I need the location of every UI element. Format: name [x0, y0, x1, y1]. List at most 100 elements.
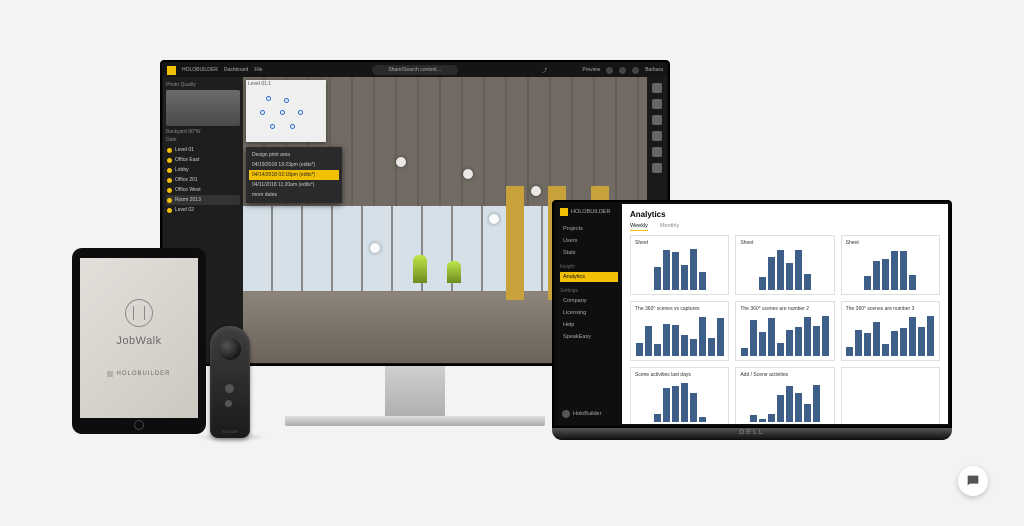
sidebar-item-label: Office 201 — [175, 177, 198, 183]
chart-card[interactable] — [841, 367, 940, 424]
section-date: Date — [166, 137, 240, 143]
chart-bars — [846, 248, 935, 290]
menu-file[interactable]: File — [254, 67, 262, 73]
chart-bar — [873, 261, 880, 290]
holobuilder-logo-icon — [107, 371, 113, 377]
avatar[interactable] — [632, 67, 639, 74]
chart-bar — [777, 395, 784, 422]
floorplan-minimap[interactable]: Level 01.1 — [246, 80, 326, 142]
chart-bar — [645, 326, 652, 356]
sidebar-item-projects[interactable]: Projects — [560, 224, 618, 234]
chart-card[interactable]: The 360° scenes are number 2 — [735, 301, 834, 361]
tab-monthly[interactable]: Monthly — [660, 223, 679, 231]
camera-shutter-button[interactable] — [225, 384, 234, 393]
chart-card[interactable]: Scene activities last days — [630, 367, 729, 424]
chart-card[interactable]: Sheet — [735, 235, 834, 295]
share-icon[interactable] — [652, 115, 662, 125]
sidebar-item-users[interactable]: Users — [560, 236, 618, 246]
chart-bar — [681, 265, 688, 290]
sidebar-item-analytics[interactable]: Analytics — [560, 272, 618, 282]
search-input[interactable]: Share/Search content… — [372, 65, 458, 75]
chart-bar — [804, 404, 811, 422]
search-placeholder: Share/Search content… — [388, 67, 441, 73]
sidebar-item-office-west[interactable]: Office West — [166, 185, 240, 195]
chart-bar — [654, 344, 661, 356]
sidebar-item-stats[interactable]: Stats — [560, 248, 618, 258]
chart-title: The 360° scenes are number 3 — [846, 306, 935, 312]
undo-icon[interactable] — [652, 99, 662, 109]
hotspot-icon[interactable] — [463, 169, 473, 179]
share-icon[interactable]: ⤴ — [542, 67, 547, 74]
sidebar-item-level-02[interactable]: Level 02 — [166, 205, 240, 215]
context-menu-item[interactable]: more dates — [249, 190, 339, 200]
hotspot-icon[interactable] — [531, 186, 541, 196]
sidebar-item-lobby[interactable]: Lobby — [166, 165, 240, 175]
username-label: HoloBuilder — [573, 411, 601, 417]
analytics-sidebar: HOLOBUILDER Projects Users Stats Insight… — [556, 204, 622, 424]
sidebar-user[interactable]: HoloBuilder — [560, 408, 618, 420]
chart-card[interactable]: Add / Scene activities — [735, 367, 834, 424]
chart-bar — [663, 324, 670, 356]
hotspot-icon[interactable] — [396, 157, 406, 167]
chart-bar — [750, 415, 757, 422]
chart-bar — [768, 318, 775, 356]
jobwalk-app-splash: JobWalk HOLOBUILDER — [80, 258, 198, 418]
chart-bar — [777, 343, 784, 356]
notifications-icon[interactable] — [606, 67, 613, 74]
help-icon[interactable] — [619, 67, 626, 74]
hotspot-icon[interactable] — [370, 243, 380, 253]
chart-bar — [846, 347, 853, 356]
settings-icon[interactable] — [652, 163, 662, 173]
chart-bar — [759, 419, 766, 422]
chart-bar — [909, 275, 916, 290]
sidebar-item-level-01[interactable]: Level 01 — [166, 145, 240, 155]
tab-weekly[interactable]: Weekly — [630, 223, 648, 231]
home-button[interactable] — [134, 420, 144, 430]
sidebar-item-help[interactable]: Help — [560, 320, 618, 330]
chart-card[interactable]: Sheet — [841, 235, 940, 295]
chart-bar — [786, 330, 793, 356]
scene-thumbnail[interactable] — [166, 90, 240, 126]
context-menu-item[interactable]: 04/14/2018 02:18pm (edits*) — [249, 170, 339, 180]
chart-bar — [927, 316, 934, 356]
context-menu-item[interactable]: 04/11/2018 11:20am (edits*) — [249, 180, 339, 190]
chart-card[interactable]: The 360° scenes vs captures — [630, 301, 729, 361]
sidebar-item-label: Level 02 — [175, 207, 194, 213]
preview-button[interactable]: Preview — [582, 67, 600, 73]
sidebar-item-company[interactable]: Company — [560, 296, 618, 306]
sidebar-item-office-201[interactable]: Office 201 — [166, 175, 240, 185]
chart-bar — [681, 383, 688, 422]
sidebar-item-office-east[interactable]: Office East — [166, 155, 240, 165]
chart-bars — [846, 314, 935, 356]
context-menu-item[interactable]: 04/19/2018 19:23pm (edits*) — [249, 160, 339, 170]
chart-bar — [873, 322, 880, 356]
chat-support-button[interactable] — [958, 466, 988, 496]
menu-dashboard[interactable]: Dashboard — [224, 67, 248, 73]
username-label[interactable]: Barbara — [645, 67, 663, 73]
chart-bar — [699, 417, 706, 422]
chart-bar — [900, 251, 907, 290]
tablet-device: JobWalk HOLOBUILDER — [72, 248, 206, 434]
layers-icon[interactable] — [652, 147, 662, 157]
chart-bar — [804, 317, 811, 356]
save-icon[interactable] — [652, 83, 662, 93]
chart-card[interactable]: Sheet — [630, 235, 729, 295]
camera-mode-button[interactable] — [225, 400, 232, 407]
chart-bar — [822, 316, 829, 356]
chart-bar — [900, 328, 907, 356]
context-menu-item[interactable]: Design print area — [249, 150, 339, 160]
chart-title: Sheet — [635, 240, 724, 246]
chart-bars — [635, 380, 724, 422]
sidebar-item-speakeasy[interactable]: SpeakEasy — [560, 332, 618, 342]
sidebar-item-licensing[interactable]: Licensing — [560, 308, 618, 318]
edit-icon[interactable] — [652, 131, 662, 141]
chart-bar — [672, 386, 679, 422]
laptop-brand-label: DELL — [552, 428, 952, 440]
sidebar-item-room-2013[interactable]: Room 2013 — [166, 195, 240, 205]
chart-title: Scene activities last days — [635, 372, 724, 378]
chart-card[interactable]: The 360° scenes are number 3 — [841, 301, 940, 361]
chart-bars — [740, 248, 829, 290]
chart-bar — [909, 317, 916, 356]
chart-bar — [759, 277, 766, 290]
section-photo-quality: Photo Quality — [166, 82, 240, 88]
